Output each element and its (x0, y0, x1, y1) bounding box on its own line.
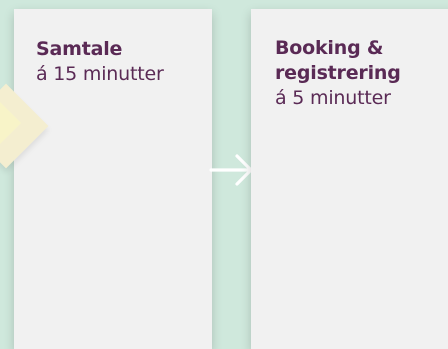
step-duration: á 5 minutter (275, 87, 391, 109)
step-title-line-2: registrering (275, 62, 401, 84)
step-card-samtale: Samtale á 15 minutter (14, 9, 212, 349)
step-card-booking: Booking & registrering á 5 minutter (251, 9, 448, 349)
page: { "steps": [ { "title": "Samtale", "dura… (0, 0, 448, 349)
step-title: Samtale (36, 38, 123, 60)
step-title-line-1: Booking & (275, 37, 384, 59)
step-duration: á 15 minutter (36, 63, 164, 85)
